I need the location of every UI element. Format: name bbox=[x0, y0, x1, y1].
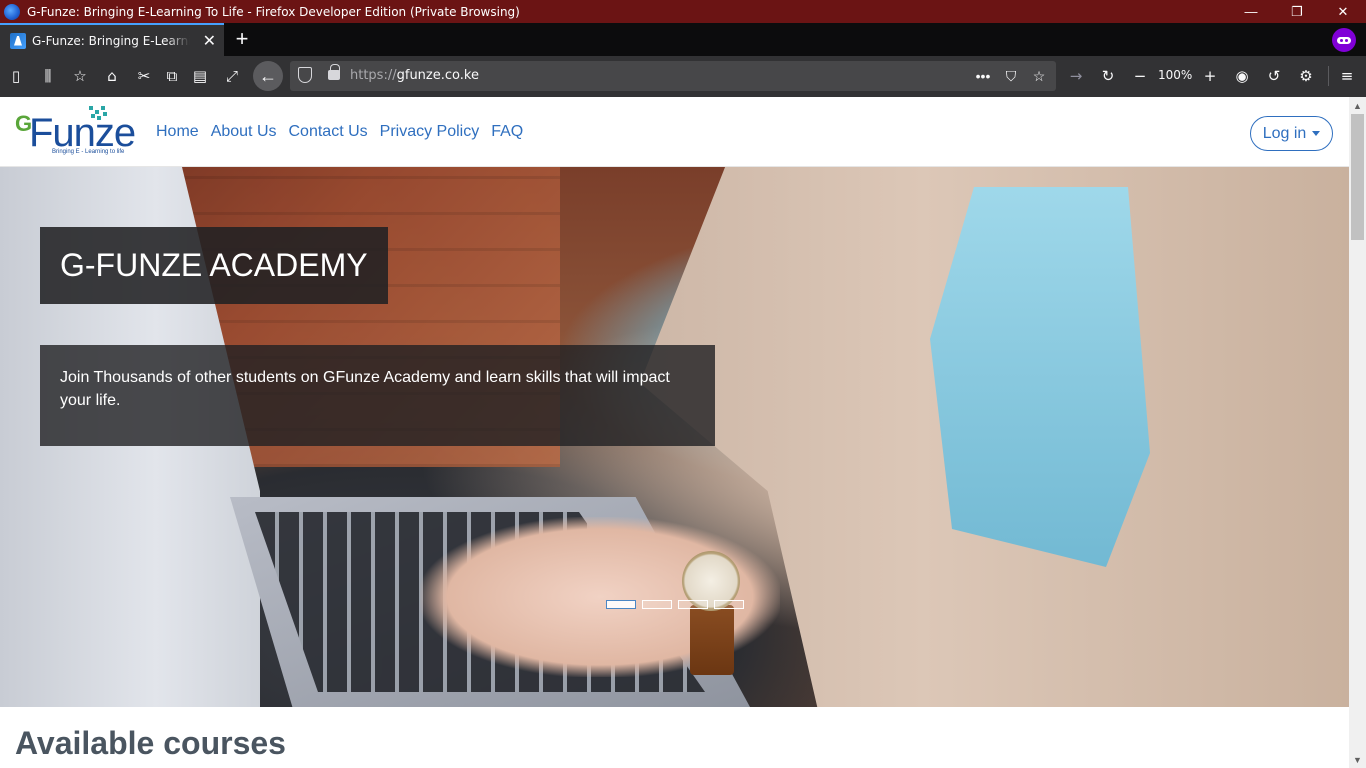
tab-strip: G-Funze: Bringing E-Learning To Life ✕ + bbox=[0, 23, 1366, 56]
restore-button[interactable]: ❐ bbox=[1274, 0, 1320, 23]
tab-gfunze[interactable]: G-Funze: Bringing E-Learning To Life ✕ bbox=[0, 23, 224, 56]
hero-shirt bbox=[930, 187, 1150, 567]
nav-faq[interactable]: FAQ bbox=[491, 123, 523, 141]
private-browsing-icon bbox=[1332, 28, 1356, 52]
menu-icon[interactable]: ≡ bbox=[1335, 64, 1359, 88]
toolbar-separator bbox=[1328, 66, 1329, 86]
window-titlebar: G-Funze: Bringing E-Learning To Life - F… bbox=[0, 0, 1366, 23]
scrollbar-thumb[interactable] bbox=[1351, 114, 1364, 240]
url-text[interactable]: https://gfunze.co.ke bbox=[350, 68, 479, 83]
close-window-button[interactable]: ✕ bbox=[1320, 0, 1366, 23]
scroll-up-icon[interactable]: ▲ bbox=[1353, 101, 1362, 111]
pocket-icon[interactable]: ⛉ bbox=[1000, 64, 1022, 88]
new-tab-button[interactable]: + bbox=[230, 26, 254, 51]
fullscreen-icon[interactable]: ⤢ bbox=[220, 64, 244, 88]
back-button[interactable]: ← bbox=[253, 61, 283, 91]
gfunze-logo[interactable]: G Funze Bringing E - Learning to life bbox=[15, 105, 147, 160]
carousel-indicators bbox=[606, 600, 744, 609]
bookmark-star-icon[interactable]: ☆ bbox=[68, 64, 92, 88]
page-content: G Funze Bringing E - Learning to life Ho… bbox=[0, 97, 1349, 768]
chevron-down-icon bbox=[1312, 131, 1321, 136]
minimize-button[interactable]: — bbox=[1228, 0, 1274, 23]
bookmark-icon[interactable]: ☆ bbox=[1028, 64, 1050, 88]
available-courses-heading: Available courses bbox=[15, 725, 286, 761]
window-controls: — ❐ ✕ bbox=[1228, 0, 1366, 23]
main-nav: Home About Us Contact Us Privacy Policy … bbox=[156, 123, 523, 141]
nav-home[interactable]: Home bbox=[156, 123, 199, 141]
account-icon[interactable]: ◉ bbox=[1230, 64, 1254, 88]
forward-icon[interactable]: → bbox=[1064, 64, 1088, 88]
carousel-indicator[interactable] bbox=[642, 600, 672, 609]
sidebar-icon[interactable]: ▯ bbox=[4, 64, 28, 88]
paste-icon[interactable]: ▤ bbox=[188, 64, 212, 88]
page-actions-icon[interactable]: ••• bbox=[972, 64, 994, 88]
nav-contact-us[interactable]: Contact Us bbox=[289, 123, 368, 141]
zoom-out-icon[interactable]: − bbox=[1128, 64, 1152, 88]
carousel-indicator[interactable] bbox=[606, 600, 636, 609]
cut-icon[interactable]: ✂ bbox=[132, 64, 156, 88]
nav-privacy-policy[interactable]: Privacy Policy bbox=[380, 123, 480, 141]
close-tab-icon[interactable]: ✕ bbox=[203, 31, 216, 51]
carousel-indicator[interactable] bbox=[678, 600, 708, 609]
hero-title: G-FUNZE ACADEMY bbox=[40, 227, 388, 304]
login-button[interactable]: Log in bbox=[1250, 116, 1333, 151]
nav-toolbar: ▯ ⫼ ☆ ⌂ ✂ ⧉ ▤ ⤢ ← https://gfunze.co.ke •… bbox=[0, 56, 1366, 97]
zoom-in-icon[interactable]: + bbox=[1198, 64, 1222, 88]
firefox-icon bbox=[4, 3, 20, 20]
page-scrollbar[interactable]: ▲ ▼ bbox=[1349, 97, 1366, 768]
hero-caption: Join Thousands of other students on GFun… bbox=[40, 345, 715, 446]
carousel-indicator[interactable] bbox=[714, 600, 744, 609]
zoom-level[interactable]: 100% bbox=[1158, 68, 1192, 82]
history-icon[interactable]: ↺ bbox=[1262, 64, 1286, 88]
hero-watch-strap bbox=[690, 605, 734, 675]
address-bar[interactable]: https://gfunze.co.ke ••• ⛉ ☆ bbox=[290, 61, 1056, 91]
shield-icon[interactable] bbox=[298, 67, 312, 83]
library-icon[interactable]: ⫼ bbox=[36, 64, 60, 88]
scroll-down-icon[interactable]: ▼ bbox=[1353, 755, 1362, 765]
tab-title: G-Funze: Bringing E-Learning To Life bbox=[32, 33, 190, 48]
lock-icon[interactable] bbox=[328, 64, 340, 80]
nav-about-us[interactable]: About Us bbox=[211, 123, 277, 141]
reload-icon[interactable]: ↻ bbox=[1096, 64, 1120, 88]
copy-icon[interactable]: ⧉ bbox=[160, 64, 184, 88]
window-title: G-Funze: Bringing E-Learning To Life - F… bbox=[27, 4, 520, 19]
settings-icon[interactable]: ⚙ bbox=[1294, 64, 1318, 88]
site-navbar: G Funze Bringing E - Learning to life Ho… bbox=[0, 97, 1349, 167]
site-favicon-icon bbox=[10, 32, 26, 49]
hero-carousel: G-FUNZE ACADEMY Join Thousands of other … bbox=[0, 167, 1349, 707]
home-icon[interactable]: ⌂ bbox=[100, 64, 124, 88]
